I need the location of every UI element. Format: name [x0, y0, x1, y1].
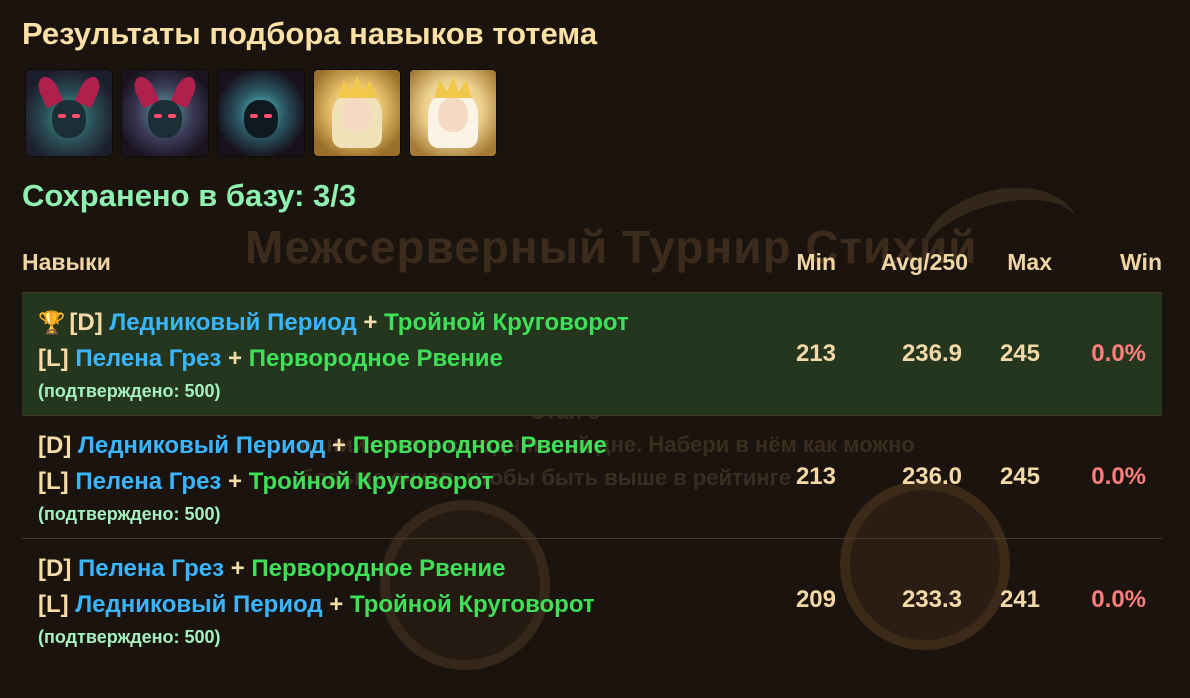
saved-status: Сохранено в базу: 3/3 — [22, 178, 357, 213]
avg-value: 233.3 — [836, 538, 968, 661]
confirmed-count: (подтверждено: 500) — [38, 627, 221, 647]
table-row[interactable]: [D] Ледниковый Период + Первородное Рвен… — [22, 415, 1162, 539]
l-tag: [L] — [38, 468, 69, 495]
face-icon — [438, 98, 468, 132]
skill-name: Ледниковый Период — [109, 309, 357, 336]
skill-name: Первородное Рвение — [352, 432, 607, 459]
win-value: 0.0% — [1052, 292, 1162, 416]
skill-name: Тройной Круговорот — [384, 309, 629, 336]
header-min: Min — [796, 249, 836, 275]
d-tag: [D] — [38, 432, 72, 459]
d-skill-line: [D] Пелена Грез + Первородное Рвение — [38, 551, 764, 587]
l-tag: [L] — [38, 345, 69, 372]
min-value: 209 — [764, 538, 836, 661]
results-table: Навыки Min Avg/250 Max Win 🏆 [D] Ледников… — [22, 238, 1162, 661]
l-tag: [L] — [38, 591, 69, 618]
skills-cell: 🏆 [D] Ледниковый Период + Тройной Кругово… — [22, 292, 764, 416]
avg-value: 236.9 — [836, 292, 968, 416]
trophy-icon: 🏆 — [38, 310, 66, 335]
skill-name: Пелена Грез — [75, 468, 222, 495]
plus-sign: + — [228, 468, 243, 495]
eye-icon — [168, 114, 176, 118]
max-value: 245 — [968, 292, 1052, 416]
plus-sign: + — [228, 345, 243, 372]
skill-name: Первородное Рвение — [248, 345, 503, 372]
table-header-row: Навыки Min Avg/250 Max Win — [22, 238, 1162, 293]
d-tag: [D] — [69, 309, 103, 336]
header-win: Win — [1120, 249, 1162, 275]
header-max: Max — [1007, 249, 1052, 275]
confirmed-count: (подтверждено: 500) — [38, 504, 221, 524]
skill-name: Тройной Круговорот — [248, 468, 494, 495]
d-tag: [D] — [38, 555, 72, 582]
min-value: 213 — [764, 292, 836, 416]
crown-icon — [434, 76, 472, 98]
skill-name: Первородное Рвение — [251, 555, 506, 582]
face-icon — [52, 100, 86, 138]
win-value: 0.0% — [1052, 415, 1162, 539]
mask-icon — [244, 100, 278, 138]
l-skill-line: [L] Пелена Грез + Тройной Круговорот — [38, 464, 764, 500]
l-skill-line: [L] Пелена Грез + Первородное Рвение — [38, 341, 764, 377]
golden-angel-hero-portrait[interactable] — [410, 70, 496, 156]
skills-cell: [D] Пелена Грез + Первородное Рвение [L]… — [22, 538, 764, 661]
skill-name: Пелена Грез — [75, 345, 222, 372]
eye-icon — [250, 114, 258, 118]
skills-cell: [D] Ледниковый Период + Первородное Рвен… — [22, 415, 764, 539]
header-skills: Навыки — [22, 249, 111, 275]
golden-valkyrie-hero-portrait[interactable] — [314, 70, 400, 156]
table-row[interactable]: [D] Пелена Грез + Первородное Рвение [L]… — [22, 538, 1162, 661]
eye-icon — [264, 114, 272, 118]
min-value: 213 — [764, 415, 836, 539]
plus-sign: + — [329, 591, 344, 618]
page-title: Результаты подбора навыков тотема — [22, 16, 598, 51]
header-avg: Avg/250 — [880, 249, 968, 275]
eye-icon — [154, 114, 162, 118]
win-value: 0.0% — [1052, 538, 1162, 661]
d-skill-line: 🏆 [D] Ледниковый Период + Тройной Кругово… — [38, 305, 764, 341]
dark-horned-hero-portrait[interactable] — [122, 70, 208, 156]
confirmed-count: (подтверждено: 500) — [38, 381, 221, 401]
eye-icon — [72, 114, 80, 118]
skill-name: Ледниковый Период — [78, 432, 326, 459]
face-icon — [148, 100, 182, 138]
l-skill-line: [L] Ледниковый Период + Тройной Круговор… — [38, 587, 764, 623]
crown-icon — [338, 76, 376, 98]
avg-value: 236.0 — [836, 415, 968, 539]
table-row[interactable]: 🏆 [D] Ледниковый Период + Тройной Кругово… — [22, 292, 1162, 416]
skill-name: Пелена Грез — [78, 555, 225, 582]
plus-sign: + — [363, 309, 378, 336]
totem-skill-results-panel: Результаты подбора навыков тотема Сохран… — [0, 0, 1190, 698]
plus-sign: + — [331, 432, 346, 459]
max-value: 241 — [968, 538, 1052, 661]
face-icon — [342, 98, 372, 132]
skill-name: Ледниковый Период — [75, 591, 323, 618]
d-skill-line: [D] Ледниковый Период + Первородное Рвен… — [38, 428, 764, 464]
plus-sign: + — [230, 555, 245, 582]
eye-icon — [58, 114, 66, 118]
dark-demon-hero-portrait[interactable] — [26, 70, 112, 156]
max-value: 245 — [968, 415, 1052, 539]
skill-name: Тройной Круговорот — [349, 591, 595, 618]
hero-portraits — [26, 70, 496, 156]
dark-masked-hero-portrait[interactable] — [218, 70, 304, 156]
